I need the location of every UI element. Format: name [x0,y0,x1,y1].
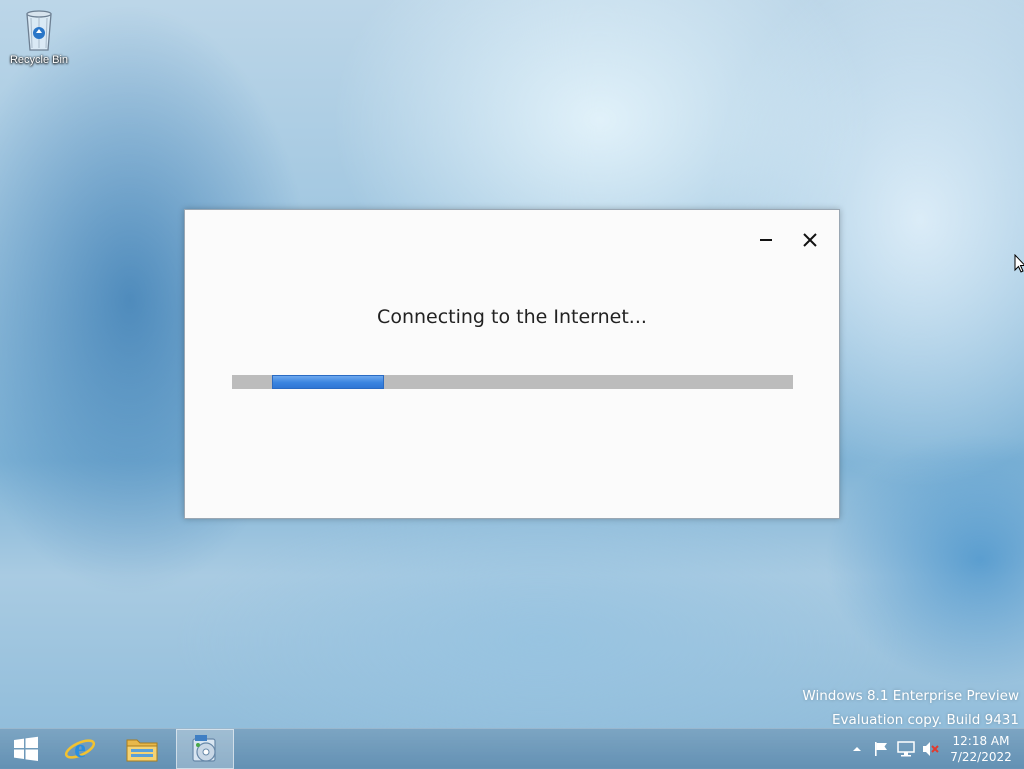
volume-muted-icon [923,742,939,756]
minimize-button[interactable] [751,228,781,252]
show-hidden-icons-icon [853,747,861,751]
status-text: Connecting to the Internet... [377,306,647,328]
internet-explorer-icon: e [64,734,96,763]
recycle-bin-icon [26,10,52,51]
watermark-edition: Windows 8.1 Enterprise Preview [802,688,1019,704]
file-explorer-button[interactable] [116,729,168,769]
action-center-button[interactable] [870,729,892,769]
show-hidden-icons-button[interactable] [848,729,866,769]
evaluation-watermark: Windows 8.1 Enterprise Preview Evaluatio… [802,684,1019,732]
network-icon [897,741,915,757]
start-button[interactable] [0,729,52,769]
start-icon [14,736,38,761]
close-button[interactable] [795,228,825,252]
volume-button[interactable] [920,729,942,769]
file-explorer-icon [126,739,158,762]
taskbar-clock[interactable]: 12:18 AM 7/22/2022 [944,733,1018,765]
clock-time: 12:18 AM [952,734,1010,748]
network-button[interactable] [894,729,918,769]
connecting-dialog: Connecting to the Internet... [184,209,840,519]
action-center-flag-icon [875,742,887,756]
internet-explorer-button[interactable]: e [54,729,106,769]
recycle-bin-label: Recycle Bin [9,54,69,66]
setup-icon [192,735,216,762]
clock-date: 7/22/2022 [950,750,1012,764]
svg-text:e: e [74,734,86,763]
setup-taskbar-button[interactable] [176,729,234,769]
close-icon [803,233,817,247]
progress-bar [232,375,793,389]
mouse-cursor-icon [1014,254,1024,273]
progress-fill [272,375,384,389]
minimize-icon [760,239,772,241]
recycle-bin-shortcut[interactable]: Recycle Bin [4,6,74,66]
taskbar: e 12:18 AM 7/22/2022 [0,728,1024,769]
